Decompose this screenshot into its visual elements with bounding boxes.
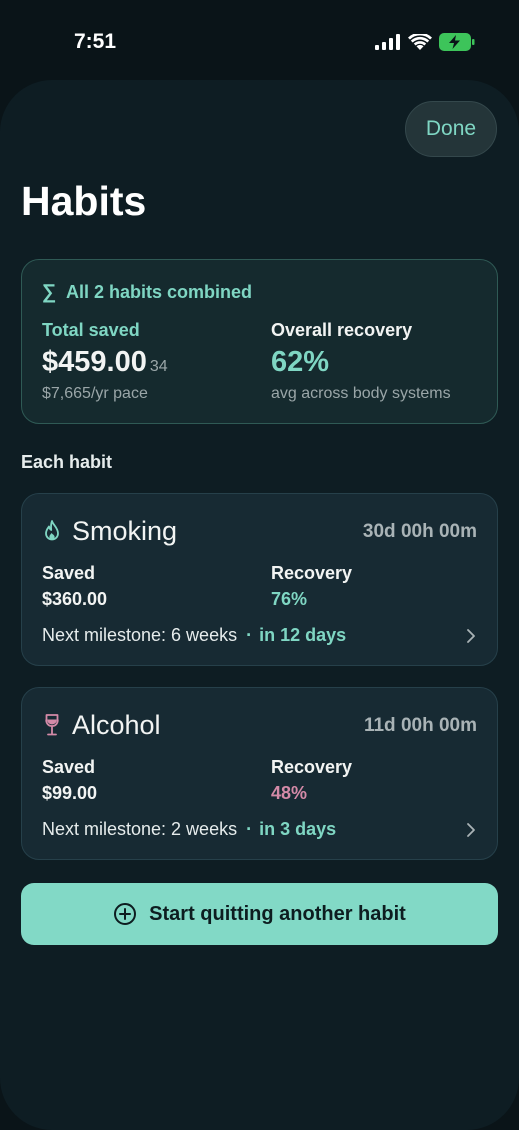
- saved-label: Saved: [42, 757, 96, 777]
- plus-circle-icon: [114, 903, 137, 925]
- saved-value: $360.00: [42, 589, 108, 609]
- recovery-label: Recovery: [271, 757, 353, 777]
- habit-name: Smoking: [72, 516, 178, 546]
- habit-name: Alcohol: [72, 710, 161, 740]
- section-label: Each habit: [21, 452, 113, 472]
- next-milestone: Next milestone: 6 weeks · in 12 days: [42, 625, 346, 646]
- next-milestone: Next milestone: 2 weeks · in 3 days: [42, 819, 336, 840]
- combined-summary-card: ∑ All 2 habits combined Total saved $459…: [21, 259, 498, 424]
- flame-icon: [45, 520, 59, 541]
- milestone-eta: in 3 days: [259, 819, 337, 839]
- page-title: Habits: [21, 178, 147, 224]
- sigma-icon: ∑: [42, 281, 57, 303]
- milestone-separator: ·: [246, 625, 253, 645]
- cellular-signal-icon: [375, 34, 400, 50]
- saved-label: Saved: [42, 563, 96, 583]
- milestone-text: Next milestone: 6 weeks: [42, 625, 238, 645]
- pace-note: $7,665/yr pace: [42, 385, 148, 402]
- habits-sheet: Done Habits ∑ All 2 habits combined Tota…: [0, 80, 519, 1130]
- recovery-label: Recovery: [271, 563, 353, 583]
- chevron-right-icon: [467, 629, 475, 643]
- status-time: 7:51: [74, 30, 117, 53]
- habit-card-smoking[interactable]: Smoking 30d 00h 00m Saved $360.00 Recove…: [21, 493, 498, 666]
- total-saved-label: Total saved: [42, 320, 140, 340]
- habit-timer: 11d 00h 00m: [363, 715, 477, 736]
- recovery-note: avg across body systems: [271, 385, 451, 402]
- start-quitting-button[interactable]: Start quitting another habit: [21, 883, 498, 945]
- recovery-value: 76%: [271, 589, 308, 609]
- saved-value: $99.00: [42, 783, 98, 803]
- chevron-right-icon: [467, 823, 475, 837]
- battery-charging-icon: [439, 33, 475, 51]
- habit-timer: 30d 00h 00m: [362, 521, 477, 542]
- total-saved-amount: $459.00: [42, 346, 147, 378]
- habit-card-alcohol[interactable]: Alcohol 11d 00h 00m Saved $99.00 Recover…: [21, 687, 498, 860]
- status-icons: [375, 33, 475, 51]
- overall-recovery-label: Overall recovery: [271, 320, 413, 340]
- recovery-value: 48%: [271, 783, 308, 803]
- wifi-icon: [408, 33, 432, 50]
- combined-heading-label: All 2 habits combined: [66, 282, 253, 302]
- combined-heading: ∑ All 2 habits combined: [42, 281, 252, 304]
- milestone-text: Next milestone: 2 weeks: [42, 819, 238, 839]
- start-quitting-label: Start quitting another habit: [149, 902, 406, 925]
- overall-recovery-value: 62%: [271, 346, 330, 378]
- wine-glass-icon: [45, 714, 59, 736]
- status-bar: 7:51: [0, 0, 519, 84]
- milestone-separator: ·: [246, 819, 253, 839]
- total-saved-cents: 34: [149, 358, 168, 375]
- total-saved-value: $459.00 34: [42, 346, 168, 379]
- done-button[interactable]: Done: [405, 101, 497, 157]
- milestone-eta: in 12 days: [259, 625, 347, 645]
